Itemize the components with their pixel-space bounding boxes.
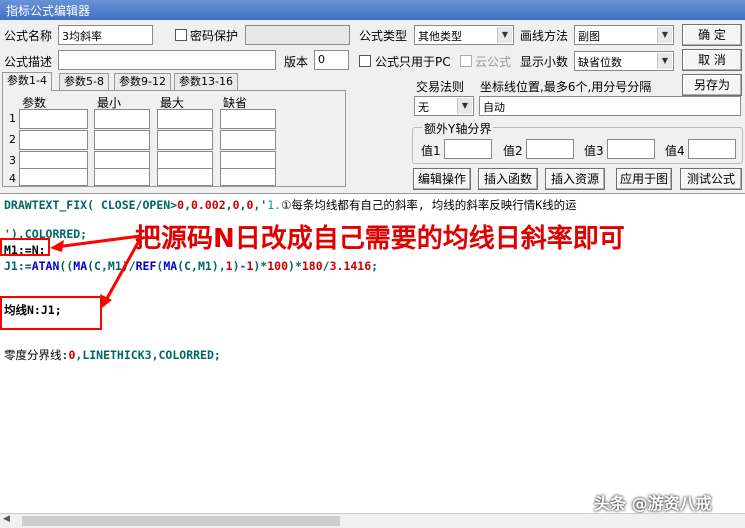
save-as-button[interactable]: 另存为 [682,74,742,96]
param-min-input[interactable] [94,168,150,186]
decimals-select[interactable]: 缺省位数 ▼ [574,51,674,71]
formula-type-select[interactable]: 其他类型 ▼ [414,25,514,45]
trade-rule-label: 交易法则 [416,80,465,94]
code-editor[interactable]: DRAWTEXT_FIX( CLOSE/OPEN>0,0.002,0,0,'1.… [0,193,745,513]
trade-rule-select[interactable]: 无 ▼ [414,96,474,116]
param-row-index: 2 [9,133,16,146]
cloud-label: 云公式 [475,55,512,69]
annotation-text: 把源码N日改成自己需要的均线日斜率即可 [135,224,625,254]
formula-name-input[interactable]: 3均斜率 [58,25,153,45]
insert-resource-button[interactable]: 插入资源 [545,168,605,190]
y-value-label: 值4 [665,144,685,158]
y-value-input[interactable] [526,139,574,159]
formula-type-value: 其他类型 [418,30,462,43]
insert-function-button[interactable]: 插入函数 [478,168,538,190]
param-name-input[interactable] [19,109,88,129]
param-default-input[interactable] [220,168,276,186]
coord-label: 坐标线位置,最多6个,用分号分隔 [480,80,652,94]
password-label: 密码保护 [190,29,239,43]
pc-only-label: 公式只用于PC [375,55,451,69]
trade-rule-value: 无 [418,101,429,114]
y-value-label: 值3 [584,144,604,158]
decimals-label: 显示小数 [520,55,569,69]
test-formula-button[interactable]: 测试公式 [680,168,742,190]
formula-name-label: 公式名称 [4,29,53,43]
y-value-input[interactable] [607,139,655,159]
param-min-input[interactable] [94,130,150,150]
param-name-input[interactable] [19,130,88,150]
y-value-input[interactable] [444,139,492,159]
formula-desc-input[interactable] [58,50,276,70]
edit-ops-button[interactable]: 编辑操作 [413,168,471,190]
tab-params-5-8[interactable]: 参数5-8 [59,73,109,91]
version-label: 版本 [284,55,309,69]
cloud-checkbox[interactable] [460,55,472,67]
pc-only-checkbox[interactable] [359,55,371,67]
param-max-input[interactable] [157,130,213,150]
param-name-input[interactable] [19,168,88,186]
param-default-input[interactable] [220,130,276,150]
tab-params-1-4[interactable]: 参数1-4 [2,72,52,91]
y-value-input[interactable] [688,139,736,159]
chevron-down-icon: ▼ [657,27,672,43]
tab-params-9-12[interactable]: 参数9-12 [114,73,171,91]
ok-button[interactable]: 确 定 [682,24,742,46]
formula-desc-label: 公式描述 [4,55,53,69]
window-title: 指标公式编辑器 [6,4,91,18]
param-min-input[interactable] [94,109,150,129]
watermark: 头条 @游资八戒 [594,494,712,513]
formula-type-label: 公式类型 [359,29,408,43]
param-default-input[interactable] [220,109,276,129]
decimals-value: 缺省位数 [578,56,622,69]
password-checkbox[interactable] [175,29,187,41]
draw-method-value: 副图 [578,30,600,43]
chevron-down-icon: ▼ [657,53,672,69]
param-row-index: 4 [9,172,16,185]
y-value-label: 值2 [503,144,523,158]
tab-params-13-16[interactable]: 参数13-16 [174,73,238,91]
arrowhead-icon [50,240,64,252]
param-row-index: 3 [9,154,16,167]
version-input[interactable]: 0 [314,50,349,70]
draw-method-label: 画线方法 [520,29,569,43]
coord-input[interactable]: 自动 [479,96,741,116]
password-input[interactable] [245,25,350,45]
draw-method-select[interactable]: 副图 ▼ [574,25,674,45]
y-value-label: 值1 [421,144,441,158]
apply-to-chart-button[interactable]: 应用于图 [616,168,672,190]
chevron-down-icon: ▼ [457,98,472,114]
param-max-input[interactable] [157,168,213,186]
param-max-input[interactable] [157,109,213,129]
arrowhead-icon [100,294,112,308]
scrollbar-thumb[interactable] [22,516,340,526]
chevron-down-icon: ▼ [497,27,512,43]
y-axis-group-title: 额外Y轴分界 [422,120,494,137]
arrow-to-m1 [55,234,141,249]
param-row-index: 1 [9,112,16,125]
chevron-left-icon[interactable]: ◀ [3,514,10,524]
window-titlebar: 指标公式编辑器 [0,0,745,20]
horizontal-scrollbar[interactable]: ◀ [0,513,745,528]
cancel-button[interactable]: 取 消 [682,49,742,71]
